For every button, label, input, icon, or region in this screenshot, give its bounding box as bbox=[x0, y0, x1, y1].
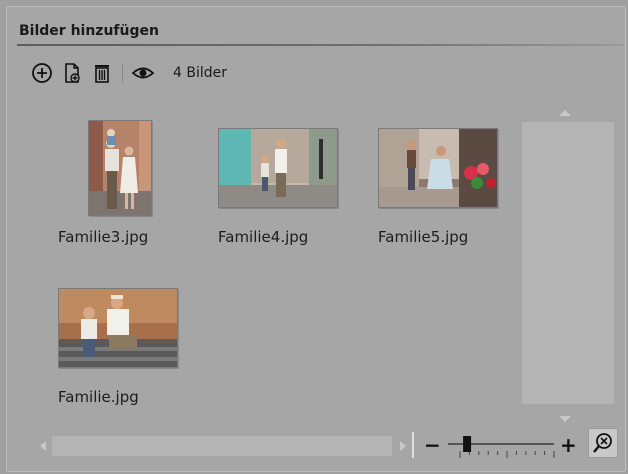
vertical-scroll-track[interactable] bbox=[522, 122, 614, 404]
image-count-label: 4 Bilder bbox=[173, 65, 227, 81]
image-filename: Familie5.jpg bbox=[378, 228, 469, 246]
toolbar-separator bbox=[122, 63, 123, 83]
scroll-down-arrow-icon[interactable] bbox=[559, 416, 571, 422]
image-filename: Familie4.jpg bbox=[218, 228, 309, 246]
image-tile[interactable]: Familie4.jpg bbox=[218, 102, 358, 252]
zoom-slider[interactable] bbox=[446, 434, 556, 460]
image-tile[interactable]: Familie5.jpg bbox=[378, 102, 518, 252]
image-grid: Familie3.jpg Familie4.jpg Familie5.jpg F… bbox=[30, 102, 518, 428]
panel-title: Bilder hinzufügen bbox=[19, 23, 159, 39]
image-tile[interactable]: Familie.jpg bbox=[58, 268, 198, 418]
horizontal-scrollbar[interactable] bbox=[36, 434, 408, 458]
horizontal-scroll-track[interactable] bbox=[52, 436, 392, 456]
add-circle-icon bbox=[32, 63, 52, 83]
zoom-reset-icon bbox=[593, 433, 612, 453]
image-thumbnail[interactable] bbox=[58, 288, 178, 368]
add-file-icon bbox=[65, 63, 80, 83]
eye-icon bbox=[131, 67, 155, 79]
image-toolbar: 4 Bilder bbox=[30, 60, 227, 86]
zoom-out-button[interactable]: − bbox=[424, 434, 441, 456]
delete-button[interactable] bbox=[90, 61, 114, 85]
scroll-right-arrow-icon[interactable] bbox=[400, 441, 406, 451]
image-thumbnail[interactable] bbox=[378, 128, 498, 208]
zoom-slider-thumb[interactable] bbox=[463, 436, 472, 452]
add-image-button[interactable] bbox=[30, 61, 54, 85]
title-divider bbox=[17, 44, 623, 46]
preview-button[interactable] bbox=[131, 61, 155, 85]
scroll-left-arrow-icon[interactable] bbox=[40, 441, 46, 451]
image-thumbnail[interactable] bbox=[218, 128, 338, 208]
zoom-reset-button[interactable] bbox=[588, 428, 618, 458]
zoom-separator bbox=[412, 432, 414, 458]
zoom-slider-ticks bbox=[459, 451, 555, 458]
scroll-up-arrow-icon[interactable] bbox=[559, 110, 571, 116]
image-filename: Familie.jpg bbox=[58, 388, 139, 406]
add-file-button[interactable] bbox=[60, 61, 84, 85]
image-tile[interactable]: Familie3.jpg bbox=[58, 102, 198, 252]
image-filename: Familie3.jpg bbox=[58, 228, 149, 246]
vertical-scrollbar[interactable] bbox=[522, 102, 614, 432]
zoom-in-button[interactable]: + bbox=[560, 434, 577, 456]
trash-icon bbox=[95, 65, 109, 83]
image-thumbnail[interactable] bbox=[88, 120, 152, 216]
